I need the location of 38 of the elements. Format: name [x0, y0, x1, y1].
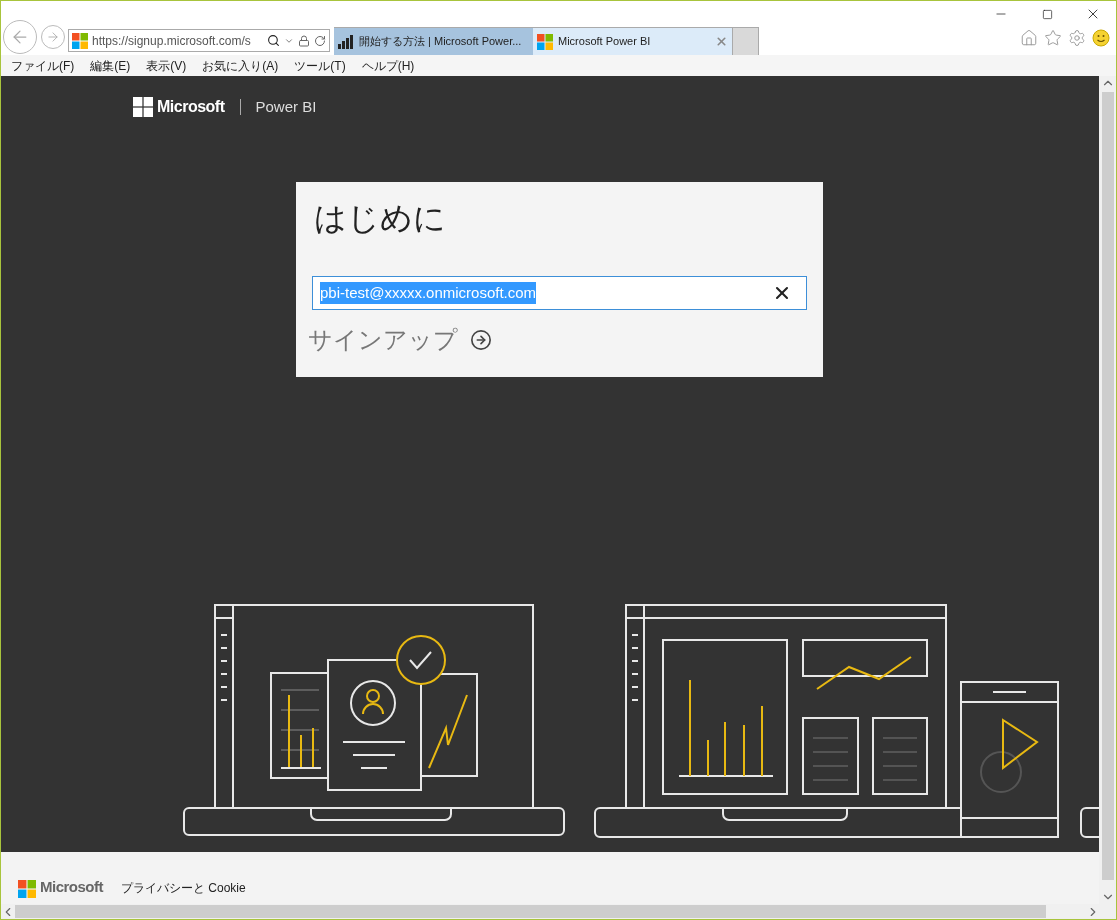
- browser-tab[interactable]: 開始する方法 | Microsoft Power...: [334, 27, 533, 55]
- address-bar[interactable]: https://signup.microsoft.com/s: [68, 29, 330, 52]
- forward-arrow-icon: [46, 30, 60, 44]
- close-tab-icon[interactable]: [715, 35, 728, 48]
- tab-title: 開始する方法 | Microsoft Power...: [359, 34, 522, 50]
- signup-heading: はじめに: [313, 199, 447, 238]
- lock-icon: [298, 34, 310, 47]
- vertical-scrollbar[interactable]: [1099, 76, 1116, 904]
- menu-item[interactable]: ツール(T): [294, 56, 346, 75]
- footer-brand: Microsoft: [40, 876, 103, 897]
- tab-title: Microsoft Power BI: [558, 34, 651, 50]
- menu-item[interactable]: 編集(E): [90, 56, 131, 75]
- windows-logo-icon: [72, 32, 88, 49]
- favorites-star-icon[interactable]: [1044, 29, 1062, 47]
- refresh-icon[interactable]: [314, 34, 326, 47]
- new-tab-button[interactable]: [732, 27, 759, 55]
- home-icon[interactable]: [1020, 29, 1038, 47]
- maximize-icon: [1041, 8, 1053, 20]
- settings-icon[interactable]: [1068, 29, 1086, 47]
- search-icon[interactable]: [267, 34, 280, 47]
- brand-name: Microsoft: [157, 97, 225, 117]
- smiley-icon[interactable]: [1092, 29, 1110, 47]
- signup-button[interactable]: サインアップ: [308, 322, 492, 358]
- menu-item[interactable]: ヘルプ(H): [361, 56, 415, 75]
- product-name: Power BI: [255, 96, 317, 117]
- microsoft-logo-icon: [133, 97, 153, 117]
- windows-logo-icon: [537, 33, 553, 50]
- microsoft-logo-icon: [18, 880, 36, 898]
- menu-item[interactable]: お気に入り(A): [202, 56, 279, 75]
- horizontal-scrollbar[interactable]: [1, 904, 1116, 919]
- address-text: https://signup.microsoft.com/s: [92, 32, 251, 50]
- arrow-right-icon: [470, 329, 492, 351]
- email-text: pbi-test@xxxxx.onmicrosoft.com: [320, 281, 537, 305]
- browser-tab[interactable]: Microsoft Power BI: [533, 27, 732, 55]
- privacy-link[interactable]: プライバシーと Cookie: [121, 879, 246, 897]
- menu-item[interactable]: 表示(V): [146, 56, 187, 75]
- menu-item[interactable]: ファイル(F): [11, 56, 75, 75]
- bar-chart-icon: [338, 34, 354, 49]
